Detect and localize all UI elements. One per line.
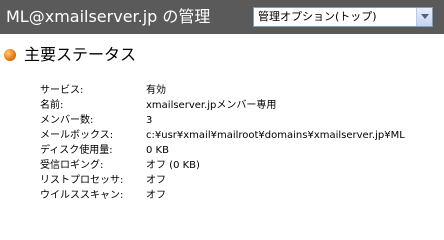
status-value: 3 [146,115,153,126]
status-value: 有効 [146,85,166,96]
status-row-name: 名前: xmailserver.jpメンバー専用 [40,98,405,113]
status-label: リストプロセッサ: [40,175,124,186]
status-row-mailbox: メールボックス: c:¥usr¥xmail¥mailroot¥domains¥x… [40,128,405,143]
status-label: ディスク使用量: [40,145,113,156]
status-label: 名前: [40,100,64,111]
status-row-service: サービス: 有効 [40,83,405,98]
status-label: サービス: [40,85,84,96]
status-label: ウイルススキャン: [40,190,124,201]
status-value: オフ [146,175,166,186]
status-label: 受信ロギング: [40,160,104,171]
header-bar: ML@xmailserver.jp の管理 管理オプション(トップ) [0,0,444,34]
status-value: c:¥usr¥xmail¥mailroot¥domains¥xmailserve… [146,130,405,141]
status-row-virus-scan: ウイルススキャン: オフ [40,188,405,203]
status-value: オフ (0 KB) [146,160,200,171]
status-label: メールボックス: [40,130,114,141]
status-label: メンバー数: [40,115,94,126]
status-value: xmailserver.jpメンバー専用 [146,100,277,111]
status-row-list-processor: リストプロセッサ: オフ [40,173,405,188]
admin-option-select[interactable]: 管理オプション(トップ) [253,7,433,27]
status-row-member-count: メンバー数: 3 [40,113,405,128]
status-value: オフ [146,190,166,201]
status-table: サービス: 有効 名前: xmailserver.jpメンバー専用 メンバー数:… [40,83,405,203]
section-heading-text: 主要ステータス [24,45,137,64]
admin-option-select-button[interactable] [416,8,432,26]
status-row-receive-logging: 受信ロギング: オフ (0 KB) [40,158,405,173]
page-title: ML@xmailserver.jp の管理 [6,7,211,26]
admin-option-select-value: 管理オプション(トップ) [258,10,377,23]
chevron-down-icon [421,14,429,19]
status-row-disk-usage: ディスク使用量: 0 KB [40,143,405,158]
status-value: 0 KB [146,145,169,156]
orange-bullet-icon [4,49,16,61]
